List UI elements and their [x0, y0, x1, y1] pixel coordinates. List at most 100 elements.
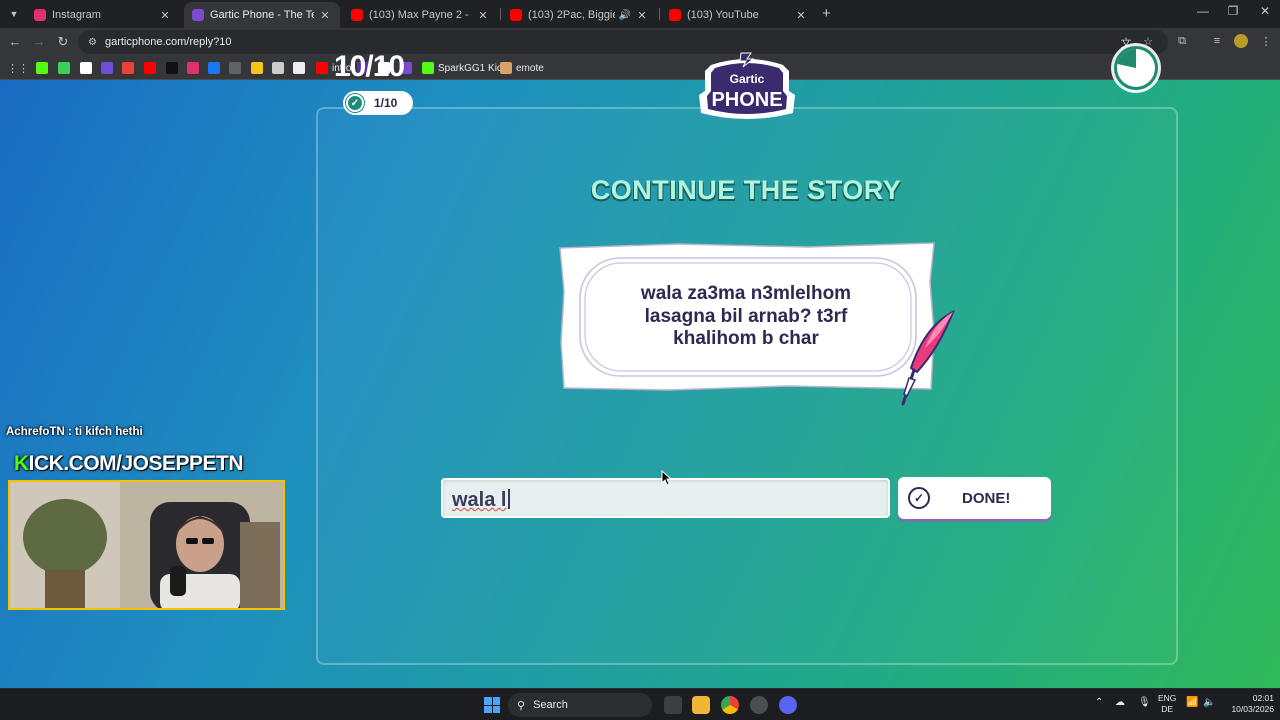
minimize-icon[interactable]: — — [1188, 4, 1218, 18]
tray-app-icon[interactable]: ☁ — [1115, 697, 1125, 708]
close-window-icon[interactable]: ✕ — [1250, 4, 1280, 18]
spark-icon — [251, 62, 263, 74]
address-bar[interactable]: ⚙ garticphone.com/reply?10 — [78, 30, 1168, 54]
keyboard-layout: DE — [1161, 704, 1174, 714]
tab-gartic-phone[interactable]: Gartic Phone - The Telephone G ✕ — [184, 2, 340, 28]
instagram-icon — [34, 9, 46, 21]
clock-time: 02:01 — [1252, 693, 1274, 703]
task-view-icon[interactable] — [664, 696, 682, 714]
tab-title: (103) Max Payne 2 - Main Them — [369, 9, 472, 21]
site-info-icon[interactable]: ⚙ — [88, 37, 97, 48]
bookmark-youtube[interactable] — [144, 61, 160, 75]
taskbar-search[interactable]: ⚲ Search — [508, 693, 652, 717]
clock-date: 10/03/2026 — [1231, 704, 1274, 714]
close-tab-icon[interactable]: ✕ — [635, 9, 649, 22]
tab-title: Gartic Phone - The Telephone G — [210, 9, 314, 21]
close-tab-icon[interactable]: ✕ — [158, 9, 172, 22]
windows-start-icon[interactable] — [484, 697, 500, 713]
bookmark-spark[interactable] — [251, 61, 267, 75]
media-control-icon[interactable]: ≡ — [1210, 35, 1224, 47]
text-caret — [508, 489, 511, 509]
volume-icon[interactable]: 🔈 — [1203, 697, 1215, 708]
tab-youtube[interactable]: (103) YouTube ✕ — [661, 2, 816, 28]
tab-separator — [659, 8, 660, 20]
players-done-count: 1/10 — [374, 96, 398, 110]
check-icon: ✓ — [346, 94, 364, 112]
bookmark-instagram[interactable] — [187, 61, 203, 75]
answer-text: wala l — [452, 489, 507, 511]
bookmark-emote[interactable]: emote — [500, 61, 544, 75]
youtube-icon — [510, 9, 522, 21]
reload-icon[interactable]: ↻ — [55, 34, 71, 50]
youtube-icon — [316, 62, 328, 74]
tab-title: (103) YouTube — [687, 9, 759, 21]
bookmark-diamond[interactable] — [80, 61, 96, 75]
bookmark-grid[interactable] — [229, 61, 245, 75]
kick-channel-url: ICK.COM/JOSEPPETN — [28, 452, 244, 475]
kick-k-letter: K — [14, 452, 29, 475]
bookmark-tiktok[interactable] — [166, 61, 182, 75]
bookmark-d[interactable] — [58, 61, 74, 75]
wifi-icon[interactable]: 📶 — [1186, 697, 1198, 708]
bookmark-disc[interactable] — [272, 61, 288, 75]
prompt-line: wala za3ma n3mlelhom — [640, 283, 852, 304]
menu-icon[interactable]: ⋮ — [1259, 35, 1273, 48]
file-explorer-icon[interactable] — [692, 696, 710, 714]
gmail-icon — [122, 62, 134, 74]
microphone-icon[interactable]: 🎙 — [1138, 697, 1151, 708]
language-indicator[interactable]: ENG DE — [1158, 693, 1176, 715]
tray-overflow-icon[interactable]: ⌃ — [1095, 697, 1103, 708]
done-button[interactable]: ✓ DONE! — [898, 477, 1051, 519]
tab-title: Instagram — [52, 9, 101, 21]
tab-narcos[interactable]: (103) 2Pac, Biggie - Narcos 🔊 ✕ — [502, 2, 657, 28]
chrome-icon[interactable] — [721, 696, 739, 714]
tab-search-icon[interactable]: ▼ — [6, 6, 22, 22]
forward-icon[interactable]: → — [31, 34, 47, 49]
tab-strip: ▼ Instagram ✕ Gartic Phone - The Telepho… — [0, 0, 1280, 28]
bookmark-kick[interactable] — [36, 61, 52, 75]
gartic-phone-logo: Gartic PHONE — [699, 52, 795, 119]
language-code: ENG — [1158, 693, 1177, 703]
tab-max-payne[interactable]: (103) Max Payne 2 - Main Them ✕ — [343, 2, 498, 28]
grid-icon — [229, 62, 241, 74]
profile-avatar[interactable] — [1234, 34, 1248, 48]
logo-text-top: Gartic — [730, 72, 765, 86]
prompt-line: lasagna bil arnab? t3rf — [644, 305, 848, 327]
close-tab-icon[interactable]: ✕ — [476, 9, 490, 22]
diamond-icon — [80, 62, 92, 74]
apps-grid-icon[interactable]: ⋮⋮ — [7, 61, 29, 75]
emote-icon — [500, 62, 512, 74]
timer-icon — [1111, 43, 1161, 93]
restore-icon[interactable]: ❐ — [1218, 4, 1248, 18]
facebook-icon — [208, 62, 220, 74]
prompt-text: wala za3ma n3mlelhom lasagna bil arnab? … — [590, 283, 902, 351]
close-tab-icon[interactable]: ✕ — [318, 9, 332, 22]
d-icon — [58, 62, 70, 74]
discord-icon[interactable] — [779, 696, 797, 714]
windows-taskbar: ⚲ Search ⌃ ☁ 🎙 ENG DE 📶 🔈 02:01 10/03/20… — [0, 688, 1280, 720]
kick-channel-banner: KICK.COM/JOSEPPETN — [14, 452, 244, 476]
tab-instagram[interactable]: Instagram ✕ — [26, 2, 180, 28]
extensions-icon[interactable]: ⧉ — [1175, 35, 1189, 48]
bookmark-u[interactable] — [101, 61, 117, 75]
youtube-icon — [351, 9, 363, 21]
obs-icon[interactable] — [750, 696, 768, 714]
new-tab-icon[interactable]: + — [822, 5, 831, 22]
system-clock[interactable]: 02:01 10/03/2026 — [1226, 693, 1274, 715]
logo-text-bottom: PHONE — [711, 89, 782, 111]
mouse-cursor-icon — [661, 470, 673, 486]
bookmark-gmail[interactable] — [122, 61, 138, 75]
speaker-icon[interactable]: 🔊 — [619, 10, 631, 21]
u-icon — [101, 62, 113, 74]
webcam-feed — [8, 480, 285, 610]
youtube-icon — [144, 62, 156, 74]
search-icon: ⚲ — [517, 699, 526, 712]
bookmarks-bar: ⋮⋮ intro SparkGG1 Kick emote — [0, 56, 1280, 80]
close-tab-icon[interactable]: ✕ — [794, 9, 808, 22]
back-icon[interactable]: ← — [7, 34, 23, 49]
url-text: garticphone.com/reply?10 — [104, 36, 232, 48]
bookmark-facebook[interactable] — [208, 61, 224, 75]
bookmark-label: SparkGG1 Kick — [438, 62, 507, 74]
bookmark-doc[interactable] — [293, 61, 309, 75]
bookmark-sparkgg1-kick[interactable]: SparkGG1 Kick — [422, 61, 507, 75]
